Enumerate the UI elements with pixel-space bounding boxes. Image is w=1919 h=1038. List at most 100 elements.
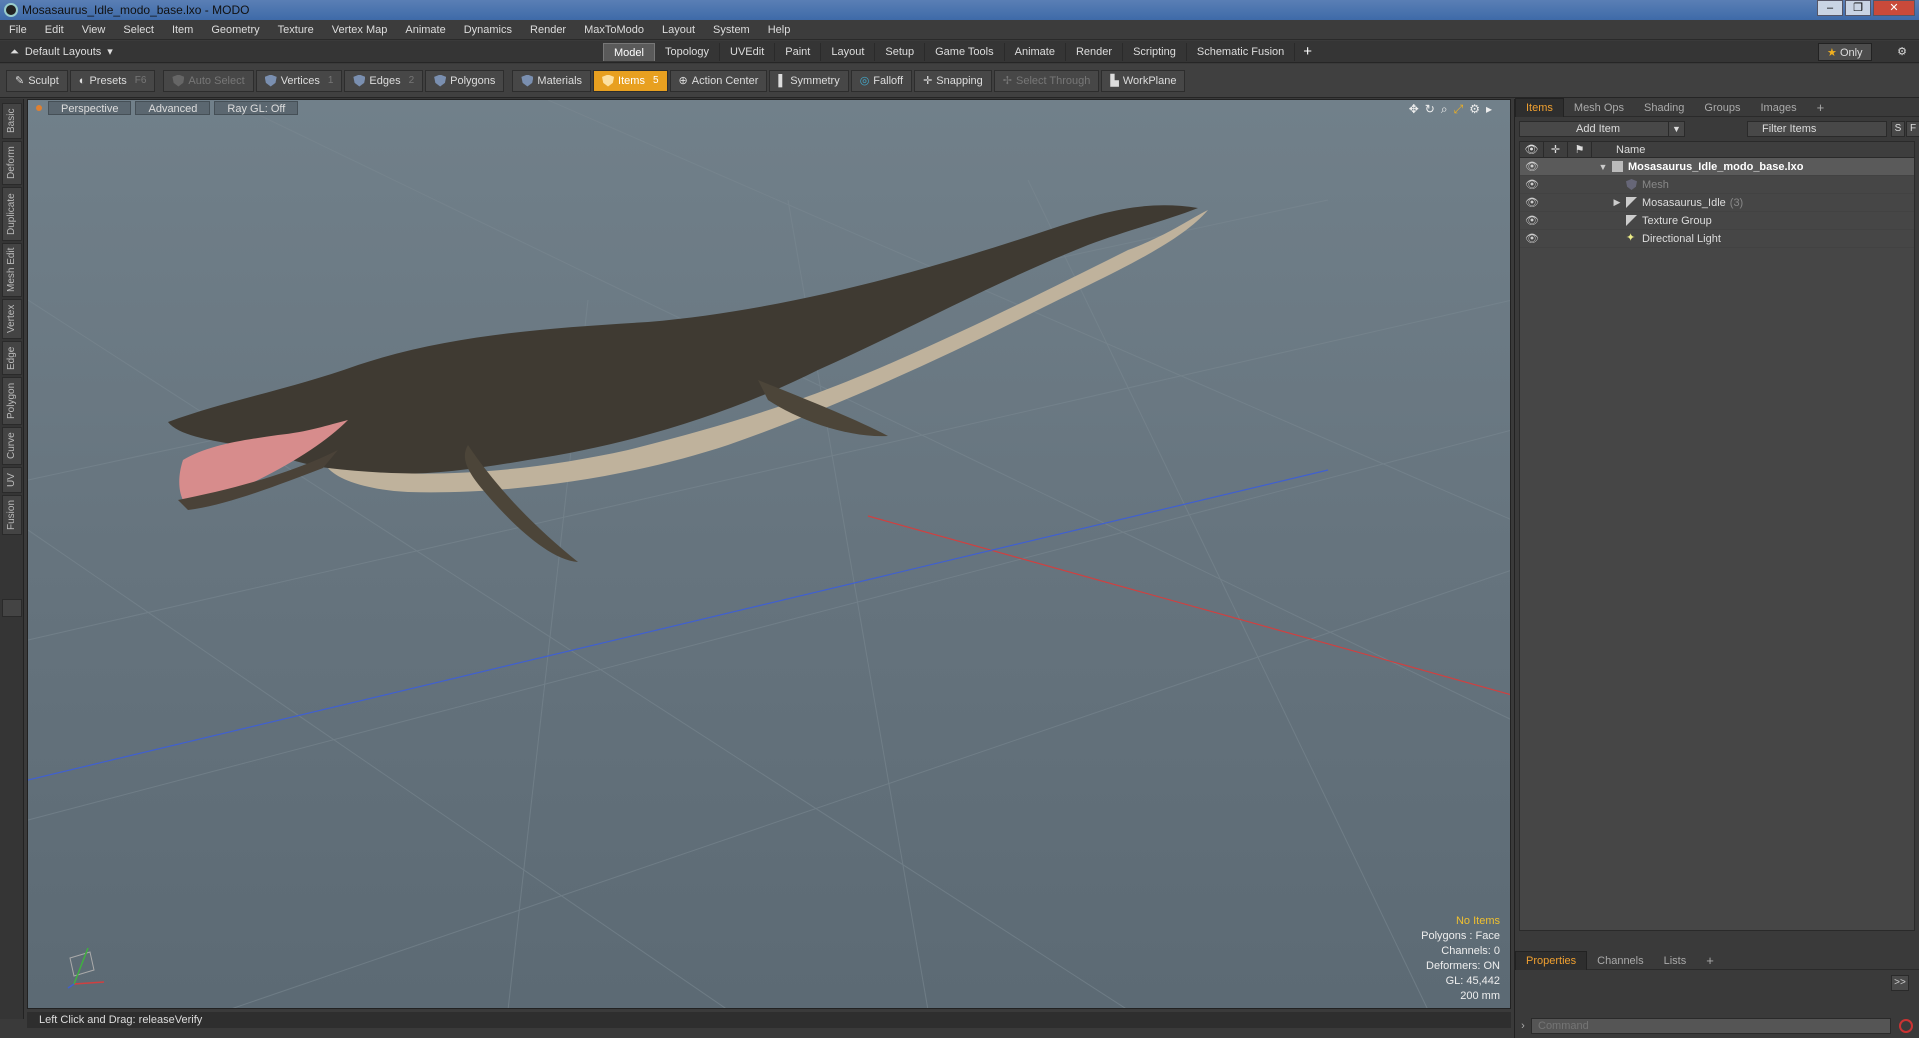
f-filter-button[interactable]: F [1906, 121, 1919, 137]
menu-geometry[interactable]: Geometry [202, 20, 268, 40]
menu-layout[interactable]: Layout [653, 20, 704, 40]
sculpt-button[interactable]: ✎ Sculpt [6, 69, 68, 92]
vertices-button[interactable]: Vertices 1 [255, 69, 343, 92]
tab-properties[interactable]: Properties [1515, 951, 1588, 970]
tab-setup[interactable]: Setup [875, 43, 926, 61]
item-row-light[interactable]: 👁 ✦ Directional Light [1520, 230, 1914, 248]
tab-mesh-edit[interactable]: Mesh Edit [2, 243, 22, 297]
filter-items-input[interactable]: Filter Items [1747, 121, 1887, 137]
viewport-options-dot[interactable] [36, 105, 42, 111]
menu-select[interactable]: Select [114, 20, 163, 40]
tab-layout[interactable]: Layout [821, 43, 876, 61]
expand-triangle-icon[interactable]: ▶ [1612, 197, 1622, 208]
tab-animate[interactable]: Animate [1005, 43, 1066, 61]
minimize-button[interactable]: – [1817, 0, 1843, 16]
render-column-icon[interactable]: ⚑ [1568, 141, 1592, 158]
close-button[interactable]: ✕ [1873, 0, 1915, 16]
polygons-button[interactable]: Polygons [425, 69, 505, 92]
tab-fusion[interactable]: Fusion [2, 495, 22, 535]
menu-render[interactable]: Render [521, 20, 575, 40]
pan-icon[interactable]: ✥ [1409, 102, 1419, 117]
tab-scripting[interactable]: Scripting [1123, 43, 1187, 61]
viewport-menu-arrow-icon[interactable]: ▸ [1486, 102, 1492, 117]
tab-render[interactable]: Render [1066, 43, 1124, 61]
add-properties-tab-button[interactable]: + [1696, 952, 1724, 970]
auto-select-button[interactable]: Auto Select [163, 69, 254, 92]
only-toggle[interactable]: ★ Only [1818, 43, 1872, 61]
view-mode-button[interactable]: Perspective [48, 101, 132, 115]
edges-button[interactable]: Edges 2 [344, 69, 424, 92]
raygl-button[interactable]: Ray GL: Off [214, 101, 299, 115]
menu-item[interactable]: Item [163, 20, 202, 40]
items-button[interactable]: Items 5 [593, 69, 668, 92]
tab-vertex[interactable]: Vertex [2, 299, 22, 339]
select-through-button[interactable]: ✢ Select Through [993, 69, 1100, 92]
shading-button[interactable]: Advanced [135, 101, 211, 115]
menu-texture[interactable]: Texture [269, 20, 323, 40]
visibility-eye-icon[interactable]: 👁 [1520, 196, 1544, 209]
expand-triangle-icon[interactable]: ▼ [1598, 162, 1608, 172]
name-column-header[interactable]: Name [1592, 144, 1645, 156]
menu-edit[interactable]: Edit [36, 20, 73, 40]
tab-channels[interactable]: Channels [1587, 952, 1653, 970]
tab-mesh-ops[interactable]: Mesh Ops [1564, 99, 1634, 117]
menu-maxtomodo[interactable]: MaxToModo [575, 20, 653, 40]
gear-icon[interactable]: ⚙ [1893, 43, 1911, 61]
stop-record-icon[interactable] [1899, 1019, 1913, 1033]
visibility-column-icon[interactable]: 👁 [1520, 141, 1544, 158]
tab-items[interactable]: Items [1515, 98, 1564, 117]
tab-basic[interactable]: Basic [2, 103, 22, 139]
falloff-button[interactable]: ◎ Falloff [850, 69, 913, 92]
visibility-eye-icon[interactable]: 👁 [1520, 232, 1544, 245]
presets-button[interactable]: ◐ Presets F6 [69, 69, 156, 92]
menu-view[interactable]: View [73, 20, 115, 40]
tab-edge[interactable]: Edge [2, 341, 22, 375]
s-filter-button[interactable]: S [1891, 121, 1905, 137]
menu-vertex-map[interactable]: Vertex Map [323, 20, 397, 40]
workplane-button[interactable]: ▙ WorkPlane [1101, 69, 1186, 92]
menu-help[interactable]: Help [759, 20, 800, 40]
action-center-button[interactable]: ⊕ Action Center [669, 69, 768, 92]
tab-model[interactable]: Model [603, 43, 655, 61]
tab-extra[interactable] [2, 599, 22, 617]
tab-images[interactable]: Images [1751, 99, 1807, 117]
expand-button[interactable]: >> [1891, 975, 1909, 991]
menu-system[interactable]: System [704, 20, 759, 40]
maximize-viewport-icon[interactable]: ⤢ [1454, 102, 1464, 117]
tab-uvedit[interactable]: UVEdit [720, 43, 776, 61]
tab-topology[interactable]: Topology [655, 43, 721, 61]
materials-button[interactable]: Materials [512, 69, 592, 92]
rotate-icon[interactable]: ↻ [1425, 102, 1435, 117]
menu-dynamics[interactable]: Dynamics [455, 20, 521, 40]
tab-polygon[interactable]: Polygon [2, 377, 22, 425]
layout-dropdown[interactable]: ⏶ Default Layouts ▾ [10, 41, 113, 63]
tab-paint[interactable]: Paint [775, 43, 822, 61]
visibility-eye-icon[interactable]: 👁 [1520, 160, 1544, 173]
add-panel-tab-button[interactable]: + [1807, 99, 1835, 117]
tab-shading[interactable]: Shading [1634, 99, 1694, 117]
snapping-button[interactable]: ✛ Snapping [914, 69, 992, 92]
item-row-texture-group[interactable]: 👁 Texture Group [1520, 212, 1914, 230]
command-input[interactable] [1531, 1018, 1891, 1034]
zoom-icon[interactable]: ⌕ [1441, 102, 1448, 117]
menu-animate[interactable]: Animate [396, 20, 454, 40]
visibility-eye-icon[interactable]: 👁 [1520, 214, 1544, 227]
tab-uv[interactable]: UV [2, 467, 22, 493]
add-item-button[interactable]: Add Item ▼ [1519, 121, 1685, 137]
lock-column-icon[interactable]: ✛ [1544, 141, 1568, 158]
item-row-group[interactable]: 👁 ▶ Mosasaurus_Idle (3) [1520, 194, 1914, 212]
tab-curve[interactable]: Curve [2, 427, 22, 465]
item-row-mesh[interactable]: 👁 Mesh [1520, 176, 1914, 194]
viewport-gear-icon[interactable]: ⚙ [1469, 102, 1480, 117]
symmetry-button[interactable]: ▌ Symmetry [769, 69, 849, 92]
tab-lists[interactable]: Lists [1654, 952, 1697, 970]
item-row-scene[interactable]: 👁 ▼ Mosasaurus_Idle_modo_base.lxo [1520, 158, 1914, 176]
tab-deform[interactable]: Deform [2, 141, 22, 185]
visibility-eye-icon[interactable]: 👁 [1520, 178, 1544, 191]
tab-groups[interactable]: Groups [1694, 99, 1750, 117]
tab-game-tools[interactable]: Game Tools [925, 43, 1005, 61]
tab-schematic-fusion[interactable]: Schematic Fusion [1187, 43, 1296, 61]
add-tab-button[interactable]: + [1295, 43, 1320, 61]
maximize-button[interactable]: ❐ [1845, 0, 1871, 16]
3d-viewport[interactable]: Perspective Advanced Ray GL: Off ✥ ↻ ⌕ ⤢… [27, 99, 1511, 1009]
